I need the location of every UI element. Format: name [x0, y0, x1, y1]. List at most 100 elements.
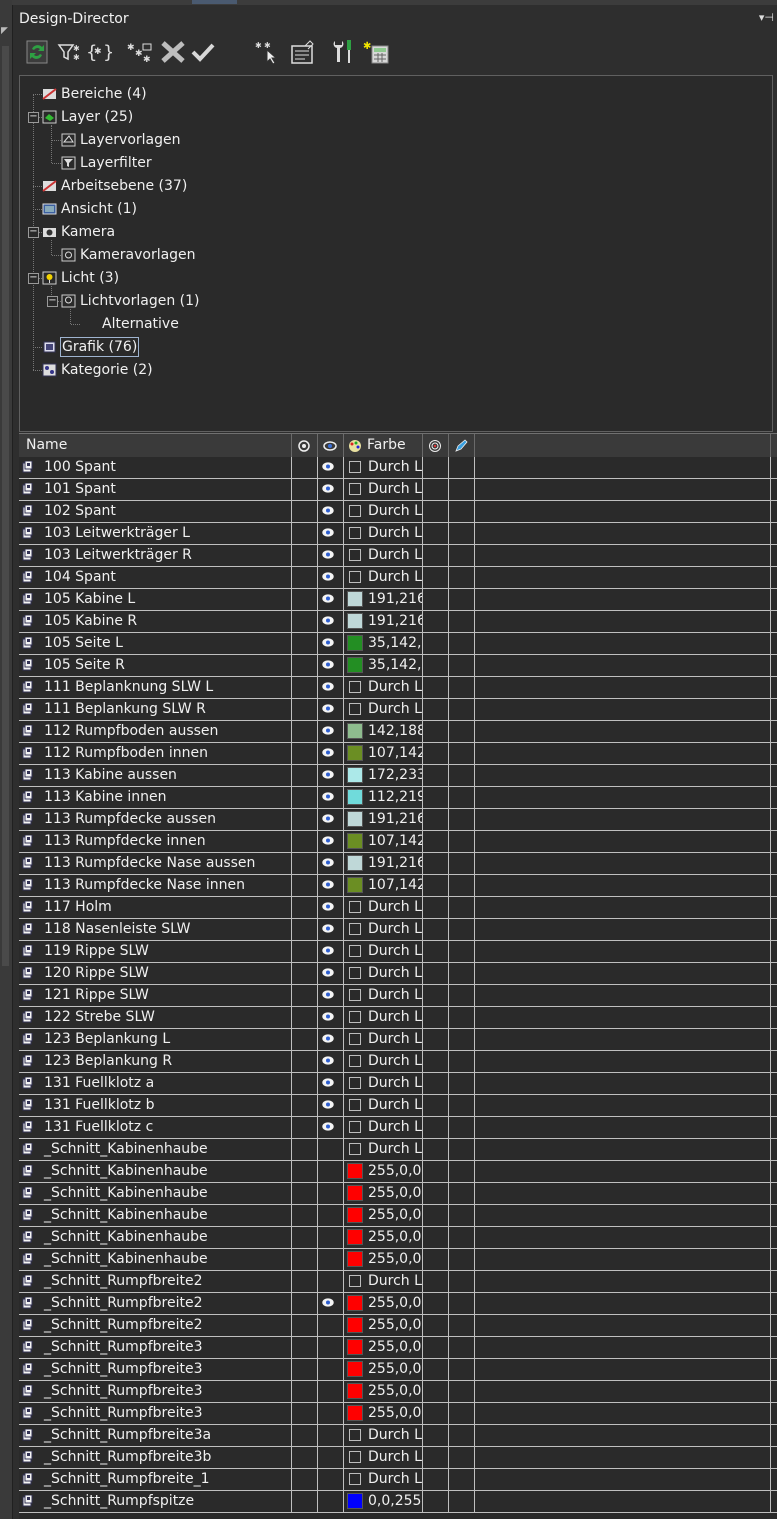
name-cell[interactable]: 113 Rumpfdecke Nase innen [19, 875, 292, 896]
column-header-visible[interactable] [318, 434, 344, 457]
table-row[interactable]: _Schnitt_Rumpfspitze 0,0,255 [19, 1491, 777, 1513]
visibility-eye-icon[interactable] [322, 506, 334, 515]
table-row[interactable]: 120 Rippe SLW Durch La [19, 963, 777, 985]
color-cell[interactable]: 255,0,0 [344, 1403, 423, 1424]
color-cell[interactable]: Durch La [344, 897, 423, 918]
pen-cell[interactable] [449, 963, 475, 984]
column-header-name[interactable]: Name [19, 434, 292, 457]
name-cell[interactable]: _Schnitt_Rumpfbreite3 [19, 1381, 292, 1402]
visibility-cell[interactable] [318, 1271, 344, 1292]
target-cell[interactable] [423, 787, 449, 808]
table-row[interactable]: 131 Fuellklotz b Durch La [19, 1095, 777, 1117]
visibility-cell[interactable] [318, 941, 344, 962]
lock-cell[interactable] [292, 1293, 318, 1314]
color-cell[interactable]: 0,0,255 [344, 1491, 423, 1512]
table-row[interactable]: 118 Nasenleiste SLW Durch La [19, 919, 777, 941]
color-cell[interactable]: Durch La [344, 479, 423, 500]
pick-button[interactable]: ✱ ✱ [255, 38, 283, 66]
table-row[interactable]: 105 Kabine L 191,216 [19, 589, 777, 611]
table-row[interactable]: 113 Kabine aussen 172,233 [19, 765, 777, 787]
table-row[interactable]: _Schnitt_Kabinenhaube 255,0,0 [19, 1205, 777, 1227]
visibility-eye-icon[interactable] [322, 968, 334, 977]
pen-cell[interactable] [449, 545, 475, 566]
target-cell[interactable] [423, 1161, 449, 1182]
visibility-cell[interactable] [318, 1491, 344, 1512]
pen-cell[interactable] [449, 1359, 475, 1380]
name-cell[interactable]: 112 Rumpfboden innen [19, 743, 292, 764]
name-cell[interactable]: 103 Leitwerkträger R [19, 545, 292, 566]
pen-cell[interactable] [449, 1337, 475, 1358]
select-filter-button[interactable]: {✱} [85, 38, 113, 66]
lock-cell[interactable] [292, 1359, 318, 1380]
visibility-eye-icon[interactable] [322, 858, 334, 867]
pen-cell[interactable] [449, 1183, 475, 1204]
pen-cell[interactable] [449, 1227, 475, 1248]
visibility-cell[interactable] [318, 1139, 344, 1160]
lock-cell[interactable] [292, 787, 318, 808]
visibility-eye-icon[interactable] [322, 1298, 334, 1307]
color-cell[interactable]: Durch La [344, 523, 423, 544]
name-cell[interactable]: 120 Rippe SLW [19, 963, 292, 984]
target-cell[interactable] [423, 479, 449, 500]
lock-cell[interactable] [292, 809, 318, 830]
visibility-eye-icon[interactable] [322, 946, 334, 955]
name-cell[interactable]: _Schnitt_Rumpfbreite3 [19, 1403, 292, 1424]
pen-cell[interactable] [449, 1205, 475, 1226]
lock-cell[interactable] [292, 523, 318, 544]
pen-cell[interactable] [449, 611, 475, 632]
pen-cell[interactable] [449, 1315, 475, 1336]
table-row[interactable]: 103 Leitwerkträger R Durch La [19, 545, 777, 567]
visibility-cell[interactable] [318, 1337, 344, 1358]
pen-cell[interactable] [449, 787, 475, 808]
target-cell[interactable] [423, 633, 449, 654]
name-cell[interactable]: _Schnitt_Rumpfbreite3 [19, 1337, 292, 1358]
visibility-cell[interactable] [318, 567, 344, 588]
color-cell[interactable]: 255,0,0 [344, 1183, 423, 1204]
pen-cell[interactable] [449, 721, 475, 742]
lock-cell[interactable] [292, 765, 318, 786]
lock-cell[interactable] [292, 919, 318, 940]
target-cell[interactable] [423, 1183, 449, 1204]
color-cell[interactable]: Durch La [344, 919, 423, 940]
tree-collapse-toggle[interactable]: − [28, 273, 39, 284]
name-cell[interactable]: 100 Spant [19, 457, 292, 478]
target-cell[interactable] [423, 875, 449, 896]
lock-cell[interactable] [292, 875, 318, 896]
target-cell[interactable] [423, 567, 449, 588]
color-cell[interactable]: Durch La [344, 1425, 423, 1446]
visibility-eye-icon[interactable] [322, 682, 334, 691]
name-cell[interactable]: 117 Holm [19, 897, 292, 918]
pen-cell[interactable] [449, 457, 475, 478]
table-row[interactable]: 113 Rumpfdecke Nase aussen 191,216 [19, 853, 777, 875]
lock-cell[interactable] [292, 1183, 318, 1204]
table-row[interactable]: _Schnitt_Kabinenhaube 255,0,0 [19, 1183, 777, 1205]
visibility-cell[interactable] [318, 1029, 344, 1050]
dock-arrow-icon[interactable]: ◤ [1, 26, 8, 36]
color-cell[interactable]: Durch La [344, 457, 423, 478]
visibility-eye-icon[interactable] [322, 792, 334, 801]
target-cell[interactable] [423, 1381, 449, 1402]
pen-cell[interactable] [449, 1029, 475, 1050]
tree-collapse-toggle[interactable]: − [28, 227, 39, 238]
table-row[interactable]: 122 Strebe SLW Durch La [19, 1007, 777, 1029]
pen-cell[interactable] [449, 1469, 475, 1490]
name-cell[interactable]: 113 Rumpfdecke aussen [19, 809, 292, 830]
lock-cell[interactable] [292, 1271, 318, 1292]
table-row[interactable]: 123 Beplankung L Durch La [19, 1029, 777, 1051]
target-cell[interactable] [423, 457, 449, 478]
target-cell[interactable] [423, 1249, 449, 1270]
name-cell[interactable]: _Schnitt_Kabinenhaube [19, 1139, 292, 1160]
visibility-eye-icon[interactable] [322, 748, 334, 757]
color-cell[interactable]: Durch La [344, 1029, 423, 1050]
visibility-eye-icon[interactable] [322, 616, 334, 625]
target-cell[interactable] [423, 919, 449, 940]
visibility-cell[interactable] [318, 809, 344, 830]
visibility-cell[interactable] [318, 699, 344, 720]
table-row[interactable]: 111 Beplanknung SLW L Durch La [19, 677, 777, 699]
table-row[interactable]: _Schnitt_Kabinenhaube Durch La [19, 1139, 777, 1161]
lock-cell[interactable] [292, 897, 318, 918]
visibility-eye-icon[interactable] [322, 1078, 334, 1087]
name-cell[interactable]: _Schnitt_Rumpfbreite3a [19, 1425, 292, 1446]
lock-cell[interactable] [292, 457, 318, 478]
name-cell[interactable]: _Schnitt_Rumpfspitze [19, 1491, 292, 1512]
